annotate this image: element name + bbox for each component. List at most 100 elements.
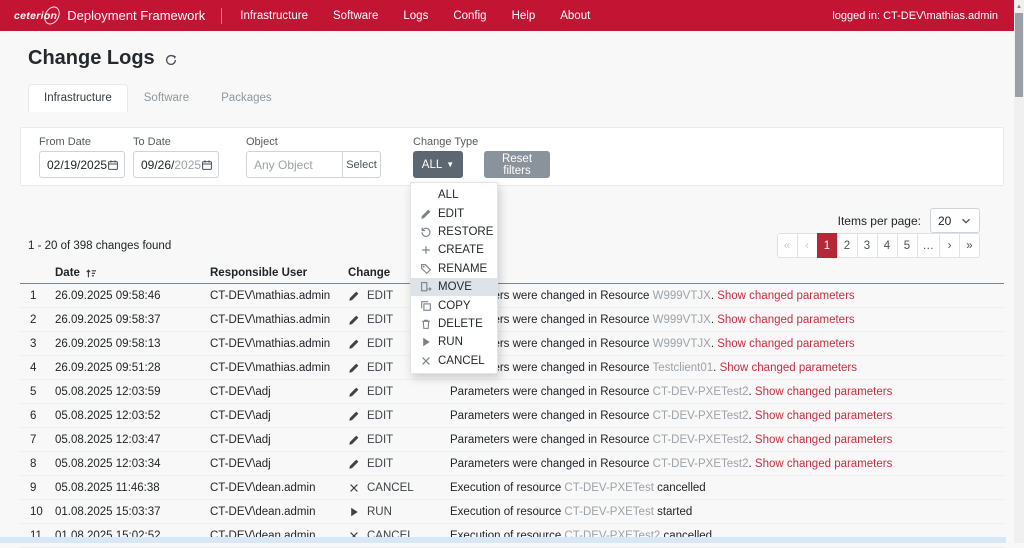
object-label: Object (246, 136, 278, 148)
page-button--: « (777, 233, 798, 258)
scrollbar-thumb[interactable] (1015, 13, 1023, 97)
description-text: Parameters were changed in Resource (450, 410, 653, 422)
scrollbar[interactable]: ▲ (1014, 0, 1024, 543)
calendar-icon (107, 159, 119, 171)
resource-name: W999VTJX (653, 338, 711, 350)
menu-item-icon (420, 318, 432, 330)
nav-item-logs[interactable]: Logs (403, 10, 428, 22)
row-description: Execution of resource CT-DEV-PXETest sta… (450, 506, 692, 518)
show-changed-parameters-link[interactable]: Show changed parameters (717, 314, 854, 326)
column-header-date[interactable]: Date (55, 267, 97, 279)
tab-bar: InfrastructureSoftwarePackages (28, 84, 288, 112)
nav-item-config[interactable]: Config (453, 10, 486, 22)
menu-item-label: COPY (438, 300, 471, 312)
nav-item-software[interactable]: Software (333, 10, 378, 22)
table-row: 805.08.2025 12:03:34CT-DEV\adjEDITParame… (20, 452, 1004, 476)
row-change: CANCEL (348, 482, 414, 494)
show-changed-parameters-link[interactable]: Show changed parameters (717, 290, 854, 302)
menu-item-delete[interactable]: DELETE (411, 315, 497, 333)
play-icon (348, 506, 360, 518)
table-row: 605.08.2025 12:03:52CT-DEV\adjEDITParame… (20, 404, 1004, 428)
show-changed-parameters-link[interactable]: Show changed parameters (755, 386, 892, 398)
row-change: EDIT (348, 314, 393, 326)
show-changed-parameters-link[interactable]: Show changed parameters (717, 338, 854, 350)
row-change-label: EDIT (367, 458, 393, 470)
menu-item-rename[interactable]: RENAME (411, 260, 497, 278)
row-description: Parameters were changed in Resource W999… (450, 290, 855, 302)
row-number: 9 (30, 482, 36, 494)
page-button-2[interactable]: 2 (837, 233, 858, 258)
menu-item-icon (420, 263, 432, 275)
change-type-dropdown-button[interactable]: ALL▼ (413, 151, 463, 178)
row-change-label: EDIT (367, 362, 393, 374)
menu-item-icon (420, 208, 432, 220)
page-button--[interactable]: › (939, 233, 960, 258)
row-change: RUN (348, 506, 392, 518)
menu-item-create[interactable]: CREATE (411, 241, 497, 259)
nav-item-help[interactable]: Help (512, 10, 536, 22)
nav-item-about[interactable]: About (560, 10, 590, 22)
menu-item-icon (420, 281, 432, 293)
row-change-label: RUN (367, 506, 392, 518)
table-row: 705.08.2025 12:03:47CT-DEV\adjEDITParame… (20, 428, 1004, 452)
page-button--[interactable]: » (959, 233, 980, 258)
logged-in-user: logged in: CT-DEV\mathias.admin (832, 10, 1000, 22)
column-header-change: Change (348, 267, 390, 279)
menu-item-run[interactable]: RUN (411, 333, 497, 351)
x-icon (420, 355, 432, 367)
to-date-input[interactable]: 09/26/2025 (133, 151, 219, 178)
page-button-4[interactable]: 4 (877, 233, 898, 258)
row-user: CT-DEV\adj (210, 434, 271, 446)
page-button-1[interactable]: 1 (817, 233, 838, 258)
menu-item-move[interactable]: MOVE (411, 278, 497, 296)
menu-item-label: CREATE (438, 244, 484, 256)
tab-software[interactable]: Software (128, 84, 205, 112)
row-user: CT-DEV\adj (210, 410, 271, 422)
menu-item-cancel[interactable]: CANCEL (411, 352, 497, 370)
menu-item-restore[interactable]: RESTORE (411, 223, 497, 241)
object-select-button[interactable]: Select (342, 151, 381, 178)
tab-infrastructure[interactable]: Infrastructure (28, 84, 128, 112)
caret-down-icon: ▼ (446, 161, 454, 169)
row-change-label: EDIT (367, 290, 393, 302)
from-date-input[interactable]: 02/19/2025 (39, 151, 125, 178)
next-row-highlight (0, 537, 1006, 543)
pencil-icon (348, 458, 360, 470)
restore-icon (420, 226, 432, 238)
top-navbar: ceterion Deployment Framework Infrastruc… (0, 0, 1014, 31)
menu-item-label: ALL (438, 189, 458, 201)
show-changed-parameters-link[interactable]: Show changed parameters (755, 458, 892, 470)
tab-packages[interactable]: Packages (205, 84, 288, 112)
show-changed-parameters-link[interactable]: Show changed parameters (720, 362, 857, 374)
logo[interactable]: ceterion (14, 10, 57, 22)
row-change: EDIT (348, 458, 393, 470)
menu-item-icon (420, 336, 432, 348)
scroll-up-arrow-icon[interactable]: ▲ (1014, 3, 1024, 11)
object-input[interactable]: Any Object (246, 151, 343, 178)
row-change-label: EDIT (367, 410, 393, 422)
menu-item-all[interactable]: ALL (411, 186, 497, 204)
tag-icon (420, 263, 432, 275)
row-number: 8 (30, 458, 36, 470)
page-button--[interactable]: … (917, 233, 941, 258)
row-date: 26.09.2025 09:51:28 (55, 362, 161, 374)
items-per-page-select[interactable]: 20 (930, 208, 980, 233)
to-date-label: To Date (133, 136, 171, 148)
row-user: CT-DEV\mathias.admin (210, 362, 330, 374)
show-changed-parameters-link[interactable]: Show changed parameters (755, 434, 892, 446)
menu-item-edit[interactable]: EDIT (411, 204, 497, 222)
pencil-icon (348, 386, 360, 398)
show-changed-parameters-link[interactable]: Show changed parameters (755, 410, 892, 422)
page-button-3[interactable]: 3 (857, 233, 878, 258)
copy-icon (420, 300, 432, 312)
nav-divider (221, 8, 222, 24)
row-description: Parameters were changed in Resource W999… (450, 338, 855, 350)
refresh-button[interactable] (165, 54, 177, 66)
reset-filters-button[interactable]: Reset filters (484, 151, 550, 178)
nav-item-infrastructure[interactable]: Infrastructure (240, 10, 308, 22)
page-button-5[interactable]: 5 (897, 233, 918, 258)
menu-item-copy[interactable]: COPY (411, 296, 497, 314)
object-placeholder: Any Object (254, 158, 313, 172)
menu-item-label: DELETE (438, 318, 483, 330)
resource-name: CT-DEV-PXETest (564, 482, 653, 494)
